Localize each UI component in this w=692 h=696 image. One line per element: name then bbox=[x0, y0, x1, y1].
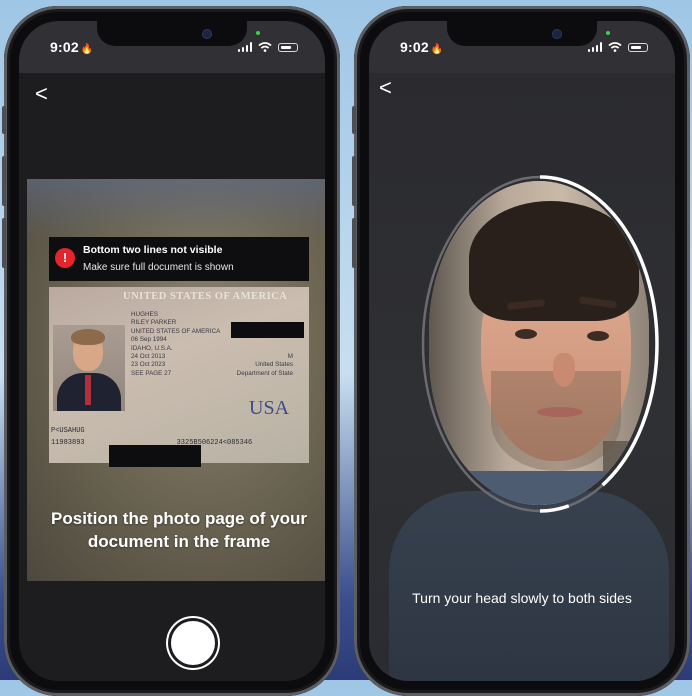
passport-field: 24 Oct 2013 bbox=[131, 353, 166, 361]
shutter-button-icon[interactable] bbox=[171, 621, 215, 665]
wifi-icon bbox=[258, 42, 272, 52]
signal-icon bbox=[237, 42, 252, 52]
passport-document: UNITED STATES OF AMERICA HUGHES RILEY PA… bbox=[49, 287, 309, 463]
status-time: 9:02 🔥 bbox=[400, 39, 444, 55]
alert-banner: ! Bottom two lines not visible Make sure… bbox=[49, 237, 309, 281]
passport-field: Department of State bbox=[236, 369, 293, 377]
mute-switch bbox=[352, 106, 356, 134]
status-icons bbox=[587, 42, 648, 52]
passport-photo bbox=[53, 325, 125, 411]
passport-country-mark: USA bbox=[249, 397, 290, 419]
passport-field: 06 Sep 1994 bbox=[131, 336, 167, 344]
alert-circle-icon: ! bbox=[55, 248, 75, 268]
passport-field: HUGHES bbox=[131, 311, 158, 318]
passport-field: 23 Oct 2023 bbox=[131, 361, 166, 369]
redaction-bar bbox=[231, 322, 304, 338]
wifi-icon bbox=[608, 42, 622, 52]
status-icons bbox=[237, 42, 298, 52]
back-button[interactable]: < bbox=[379, 77, 392, 99]
passport-field: UNITED STATES OF AMERICA bbox=[131, 327, 221, 335]
passport-field: RILEY PARKER bbox=[131, 319, 177, 327]
shoulders-silhouette bbox=[389, 491, 669, 681]
passport-mrz-line-1: P<USAHUG bbox=[51, 427, 85, 435]
flame-icon: 🔥 bbox=[430, 44, 444, 55]
passport-header: UNITED STATES OF AMERICA bbox=[123, 291, 288, 302]
alert-message: Make sure full document is shown bbox=[83, 262, 234, 273]
front-camera-icon bbox=[203, 30, 211, 38]
passport-field: United States bbox=[255, 361, 293, 369]
passport-field: IDAHO, U.S.A. bbox=[131, 344, 173, 352]
volume-down-button bbox=[352, 218, 356, 268]
battery-icon bbox=[278, 43, 298, 52]
signal-icon bbox=[587, 42, 602, 52]
battery-icon bbox=[628, 43, 648, 52]
notch bbox=[447, 21, 597, 46]
status-time: 9:02 🔥 bbox=[50, 39, 94, 55]
face-progress-ring bbox=[421, 175, 659, 513]
passport-field: M bbox=[287, 353, 293, 360]
camera-indicator-dot bbox=[256, 31, 260, 35]
screen-face-scan: 9:02 🔥 < Turn your head slowly to both s… bbox=[369, 21, 675, 681]
volume-down-button bbox=[2, 218, 6, 268]
volume-up-button bbox=[352, 156, 356, 206]
flame-icon: 🔥 bbox=[80, 44, 94, 55]
alert-title: Bottom two lines not visible bbox=[83, 244, 223, 256]
mute-switch bbox=[2, 106, 6, 134]
back-button[interactable]: < bbox=[35, 83, 48, 105]
passport-fields: HUGHES RILEY PARKER UNITED STATES OF AME… bbox=[131, 311, 221, 378]
screen-document-scan: 9:02 🔥 < ! Bottom two lines not visible M… bbox=[19, 21, 325, 681]
front-camera-icon bbox=[553, 30, 561, 38]
passport-field: SEE PAGE 27 bbox=[131, 369, 172, 377]
phone-left: 9:02 🔥 < ! Bottom two lines not visible M… bbox=[2, 6, 340, 696]
redaction-bar bbox=[109, 445, 201, 467]
instruction-text: Turn your head slowly to both sides bbox=[412, 590, 632, 606]
volume-up-button bbox=[2, 156, 6, 206]
camera-indicator-dot bbox=[606, 31, 610, 35]
passport-fields-right: M United States Department of State bbox=[225, 353, 293, 378]
notch bbox=[97, 21, 247, 46]
phone-right: 9:02 🔥 < Turn your head slowly to both s… bbox=[352, 6, 690, 696]
instruction-text: Position the photo page of your document… bbox=[51, 509, 307, 551]
